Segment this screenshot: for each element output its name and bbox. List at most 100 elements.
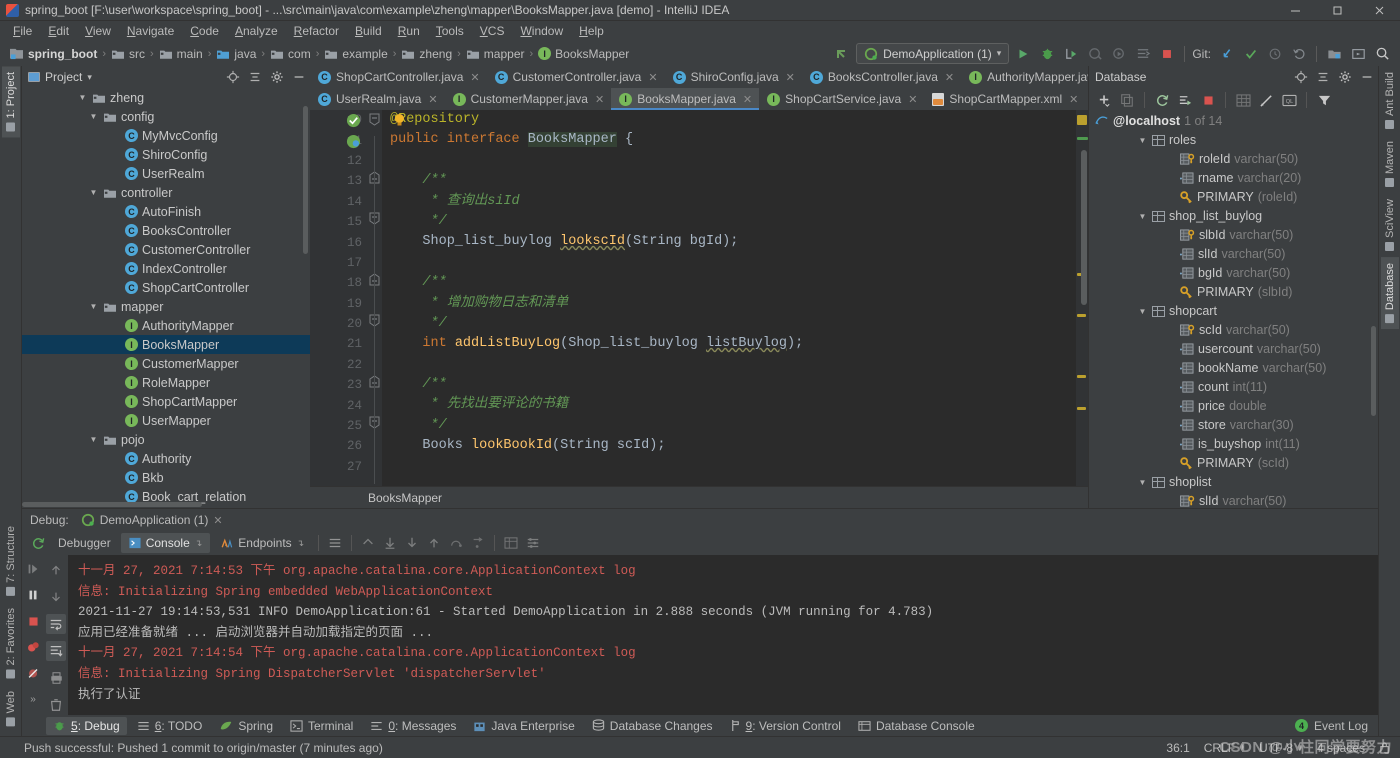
code-line[interactable] <box>390 151 1076 171</box>
expand-rail-icon[interactable]: » <box>23 689 43 709</box>
project-tree-item-pojo[interactable]: ▼ pojo <box>22 430 310 449</box>
close-icon[interactable] <box>1358 0 1400 21</box>
rerun-icon[interactable] <box>28 533 48 553</box>
project-tree-item-shopcartmapper[interactable]: I ShopCartMapper <box>22 392 310 411</box>
table-icon[interactable] <box>501 533 521 553</box>
rail-tab-7-structure[interactable]: 7: Structure <box>2 520 20 602</box>
line-number[interactable]: 22 <box>310 355 368 375</box>
table-icon[interactable] <box>1233 90 1253 110</box>
menu-file[interactable]: File <box>6 23 39 39</box>
download-icon[interactable] <box>402 533 422 553</box>
project-tree-item-authority[interactable]: C Authority <box>22 449 310 468</box>
code-folding-column[interactable] <box>368 110 382 486</box>
locate-icon[interactable] <box>226 70 240 84</box>
debug-tab-endpoints[interactable]: Endpoints ↴ <box>212 533 312 553</box>
database-tree-item-usercount[interactable]: usercount varchar(50) <box>1089 340 1378 359</box>
database-tree-item-bookname[interactable]: bookName varchar(50) <box>1089 359 1378 378</box>
rail-tab-database[interactable]: Database <box>1380 257 1399 330</box>
chevron-down-icon[interactable]: ▼ <box>88 111 99 122</box>
debug-tab-console[interactable]: Console ↴ <box>120 533 211 553</box>
hide-panel-icon[interactable] <box>1360 70 1374 84</box>
chevron-down-icon[interactable]: ▼ <box>88 187 99 198</box>
line-number[interactable]: 27 <box>310 457 368 477</box>
chevron-down-icon[interactable]: ▼ <box>1137 477 1148 488</box>
database-tree-item-primary[interactable]: PRIMARY (slbId) <box>1089 283 1378 302</box>
rail-tab-sciview[interactable]: SciView <box>1381 193 1399 257</box>
console-output[interactable]: 十一月 27, 2021 7:14:53 下午 org.apache.catal… <box>68 555 1378 715</box>
project-tree-item-userrealm[interactable]: C UserRealm <box>22 164 310 183</box>
menu-window[interactable]: Window <box>513 23 570 39</box>
database-tree-item-slbid[interactable]: slbId varchar(50) <box>1089 226 1378 245</box>
clear-all-icon[interactable] <box>46 695 66 715</box>
breadcrumb-item-main[interactable]: main <box>156 47 206 61</box>
close-icon[interactable]: ✕ <box>648 71 657 84</box>
tool-window-button-6-todo[interactable]: 6: TODO <box>130 717 210 735</box>
database-tree-item-scid[interactable]: scId varchar(50) <box>1089 321 1378 340</box>
database-tree-item-shop-list-buylog[interactable]: ▼ shop_list_buylog <box>1089 207 1378 226</box>
line-number[interactable]: 15 <box>310 212 368 232</box>
project-tree-item-rolemapper[interactable]: I RoleMapper <box>22 373 310 392</box>
menu-code[interactable]: Code <box>183 23 226 39</box>
project-tree-item-customermapper[interactable]: I CustomerMapper <box>22 354 310 373</box>
code-line[interactable]: public interface BooksMapper { <box>390 130 1076 150</box>
chevron-down-icon[interactable]: ▼ <box>88 434 99 445</box>
close-icon[interactable]: ✕ <box>1069 93 1078 106</box>
line-number[interactable]: 18 <box>310 273 368 293</box>
project-tree-item-indexcontroller[interactable]: C IndexController <box>22 259 310 278</box>
tool-window-button-terminal[interactable]: Terminal <box>283 717 360 735</box>
code-line[interactable]: /** <box>390 171 1076 191</box>
code-line[interactable]: */ <box>390 212 1076 232</box>
refresh-icon[interactable] <box>1152 90 1172 110</box>
line-number[interactable]: 19 <box>310 294 368 314</box>
run-query-icon[interactable] <box>1175 90 1195 110</box>
database-tree-item-primary[interactable]: PRIMARY (scId) <box>1089 454 1378 473</box>
close-icon[interactable]: ✕ <box>945 71 954 84</box>
code-line[interactable]: @Repository <box>390 110 1076 130</box>
stripe-marker-warning-4[interactable] <box>1077 375 1086 378</box>
project-vertical-scrollbar[interactable] <box>303 106 308 254</box>
code-content[interactable]: @Repository public interface BooksMapper … <box>382 110 1076 486</box>
spring-bean-gutter-icon[interactable] <box>346 134 361 152</box>
run-configuration-selector[interactable]: DemoApplication (1) ▾ <box>856 43 1010 64</box>
menu-run[interactable]: Run <box>391 23 427 39</box>
print-icon[interactable] <box>46 668 66 688</box>
menu-edit[interactable]: Edit <box>41 23 76 39</box>
code-line[interactable]: * 先找出要评论的书籍 <box>390 395 1076 415</box>
code-line[interactable] <box>390 355 1076 375</box>
menu-analyze[interactable]: Analyze <box>228 23 285 39</box>
history-icon[interactable] <box>1265 44 1285 64</box>
chevron-down-icon[interactable]: ▼ <box>88 301 99 312</box>
database-tree-item-slid[interactable]: slId varchar(50) <box>1089 492 1378 508</box>
tool-window-button-database-console[interactable]: Database Console <box>851 717 982 735</box>
editor-tab-shopcartmapper-xml[interactable]: ShopCartMapper.xml ✕ <box>924 88 1085 110</box>
stop-icon[interactable] <box>1157 44 1177 64</box>
rail-tab-2-favorites[interactable]: 2: Favorites <box>2 602 20 684</box>
tool-window-button-spring[interactable]: Spring <box>212 717 280 735</box>
database-tree-item-price[interactable]: price double <box>1089 397 1378 416</box>
project-tree-item-mymvcconfig[interactable]: C MyMvcConfig <box>22 126 310 145</box>
pause-program-icon[interactable] <box>23 585 43 605</box>
project-tree-item-config[interactable]: ▼ config <box>22 107 310 126</box>
editor-gutter[interactable]: 101112131415161718192021222324252627 <box>310 110 368 486</box>
event-log-button[interactable]: Event Log <box>1314 719 1368 733</box>
breadcrumb-item-src[interactable]: src <box>108 47 148 61</box>
project-tree-item-booksmapper[interactable]: I BooksMapper <box>22 335 310 354</box>
chevron-down-icon[interactable]: ▼ <box>1137 211 1148 222</box>
editor-tab-shopcartservice-java[interactable]: I ShopCartService.java ✕ <box>759 88 924 110</box>
stop-icon[interactable] <box>1198 90 1218 110</box>
stop-icon[interactable] <box>23 611 43 631</box>
close-icon[interactable]: ✕ <box>428 93 437 106</box>
close-icon[interactable]: ✕ <box>743 93 752 106</box>
tool-window-button-9-version-control[interactable]: 9: Version Control <box>723 717 848 735</box>
rollback-icon[interactable] <box>1289 44 1309 64</box>
profile-icon[interactable] <box>1085 44 1105 64</box>
view-breakpoints-icon[interactable] <box>23 637 43 657</box>
close-icon[interactable]: ✕ <box>786 71 795 84</box>
preview-icon[interactable] <box>1348 44 1368 64</box>
upload-icon[interactable] <box>424 533 444 553</box>
code-editor[interactable]: 101112131415161718192021222324252627 @Re… <box>310 110 1088 486</box>
stripe-marker-warning-3[interactable] <box>1077 314 1086 317</box>
stripe-marker-change[interactable] <box>1077 137 1088 140</box>
tool-window-button-5-debug[interactable]: 5: Debug <box>46 716 127 735</box>
update-project-icon[interactable] <box>1217 44 1237 64</box>
